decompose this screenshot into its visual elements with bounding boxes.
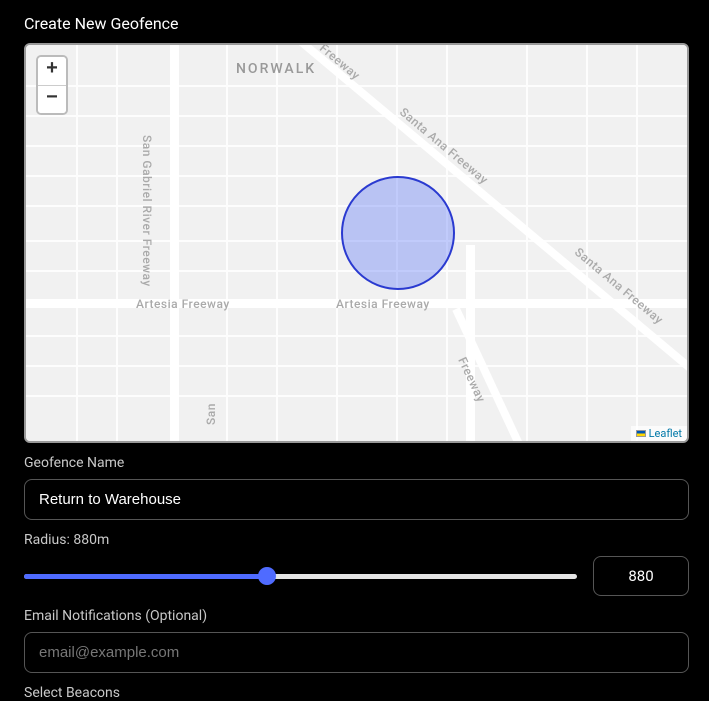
map-attribution: Leaflet <box>631 426 687 441</box>
zoom-controls: + − <box>36 55 68 115</box>
map-road-label: Artesia Freeway <box>336 297 430 311</box>
map-road-label: San Gabriel River Freeway <box>140 135 154 287</box>
zoom-out-button[interactable]: − <box>38 85 66 113</box>
geofence-circle[interactable] <box>341 176 455 290</box>
slider-fill <box>24 574 267 579</box>
zoom-in-button[interactable]: + <box>38 57 66 85</box>
map-road-label: Artesia Freeway <box>136 297 230 311</box>
geofence-name-label: Geofence Name <box>24 455 689 471</box>
map-city-label: NORWALK <box>236 61 316 77</box>
leaflet-link[interactable]: Leaflet <box>649 427 682 440</box>
email-label: Email Notifications (Optional) <box>24 608 689 624</box>
radius-label: Radius: 880m <box>24 532 689 548</box>
map[interactable]: NORWALK San Gabriel River Freeway Santa … <box>24 43 689 443</box>
email-input[interactable] <box>24 632 689 673</box>
radius-slider[interactable] <box>24 566 577 586</box>
ukraine-flag-icon <box>636 430 646 437</box>
geofence-name-input[interactable] <box>24 479 689 520</box>
select-beacons-label: Select Beacons <box>24 685 689 701</box>
map-road-label: San <box>204 403 218 425</box>
page-title: Create New Geofence <box>24 14 689 33</box>
slider-thumb[interactable] <box>258 567 276 585</box>
radius-value-input[interactable]: 880 <box>593 556 689 596</box>
